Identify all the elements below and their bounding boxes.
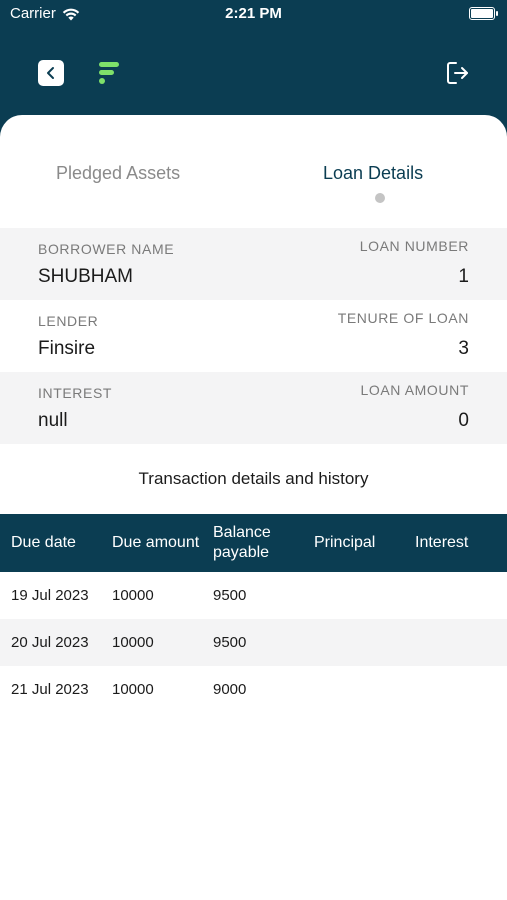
principal-cell	[303, 572, 404, 619]
interest-row: INTEREST null LOAN AMOUNT 0	[0, 372, 507, 444]
interest-cell	[404, 666, 507, 713]
lender-value: Finsire	[38, 338, 96, 359]
status-bar: Carrier 2:21 PM	[0, 0, 507, 28]
table-row: 21 Jul 2023 10000 9000	[0, 666, 507, 713]
principal-cell	[303, 619, 404, 666]
status-time: 2:21 PM	[225, 5, 282, 22]
tenure-value: 3	[458, 338, 469, 359]
column-header-principal: Principal	[314, 534, 376, 551]
active-tab-indicator	[375, 193, 385, 203]
due-date-cell: 19 Jul 2023	[11, 586, 89, 604]
transactions-title: Transaction details and history	[138, 469, 369, 488]
due-amount-cell: 10000	[112, 633, 154, 651]
chevron-left-icon	[47, 67, 54, 79]
app-screen: Carrier 2:21 PM Pledged Assets Loan Deta…	[0, 0, 507, 900]
tab-pledged-assets[interactable]: Pledged Assets	[56, 163, 180, 184]
principal-cell	[303, 666, 404, 713]
battery-icon	[469, 7, 498, 20]
loan-number-value: 1	[458, 266, 469, 287]
app-header	[0, 48, 507, 100]
loan-amount-label: LOAN AMOUNT	[360, 382, 469, 398]
interest-cell	[404, 572, 507, 619]
due-amount-cell: 10000	[112, 680, 154, 698]
table-row: 20 Jul 2023 10000 9500	[0, 619, 507, 666]
borrower-name-value: SHUBHAM	[38, 266, 134, 287]
interest-cell	[404, 619, 507, 666]
balance-payable-cell: 9500	[213, 633, 247, 651]
interest-value: null	[38, 410, 68, 431]
lender-label: LENDER	[38, 313, 99, 329]
tenure-label: TENURE OF LOAN	[337, 310, 469, 326]
transactions-table: Due date Due amount Balance payable Prin…	[0, 514, 507, 713]
interest-label: INTEREST	[38, 385, 113, 401]
balance-payable-cell: 9500	[213, 586, 247, 604]
lender-row: LENDER Finsire TENURE OF LOAN 3	[0, 300, 507, 372]
borrower-row: BORROWER NAME SHUBHAM LOAN NUMBER 1	[0, 228, 507, 300]
balance-payable-cell: 9000	[213, 680, 247, 698]
column-header-balance-payable: Balance payable	[213, 524, 271, 561]
column-header-due-date: Due date	[11, 534, 76, 551]
content-sheet: Pledged Assets Loan Details BORROWER NAM…	[0, 115, 507, 900]
tab-loan-details[interactable]: Loan Details	[323, 163, 423, 184]
back-button[interactable]	[38, 60, 64, 86]
table-row: 19 Jul 2023 10000 9500	[0, 572, 507, 619]
due-date-cell: 21 Jul 2023	[11, 680, 89, 698]
tab-bar: Pledged Assets Loan Details	[0, 115, 507, 228]
due-date-cell: 20 Jul 2023	[11, 633, 89, 651]
column-header-interest: Interest	[415, 534, 469, 551]
due-amount-cell: 10000	[112, 586, 154, 604]
loan-number-label: LOAN NUMBER	[359, 238, 469, 254]
app-logo	[99, 62, 119, 84]
loan-amount-value: 0	[458, 410, 469, 431]
column-header-due-amount: Due amount	[112, 534, 200, 551]
logout-icon[interactable]	[445, 60, 471, 86]
table-header: Due date Due amount Balance payable Prin…	[0, 514, 507, 572]
borrower-name-label: BORROWER NAME	[38, 241, 175, 257]
